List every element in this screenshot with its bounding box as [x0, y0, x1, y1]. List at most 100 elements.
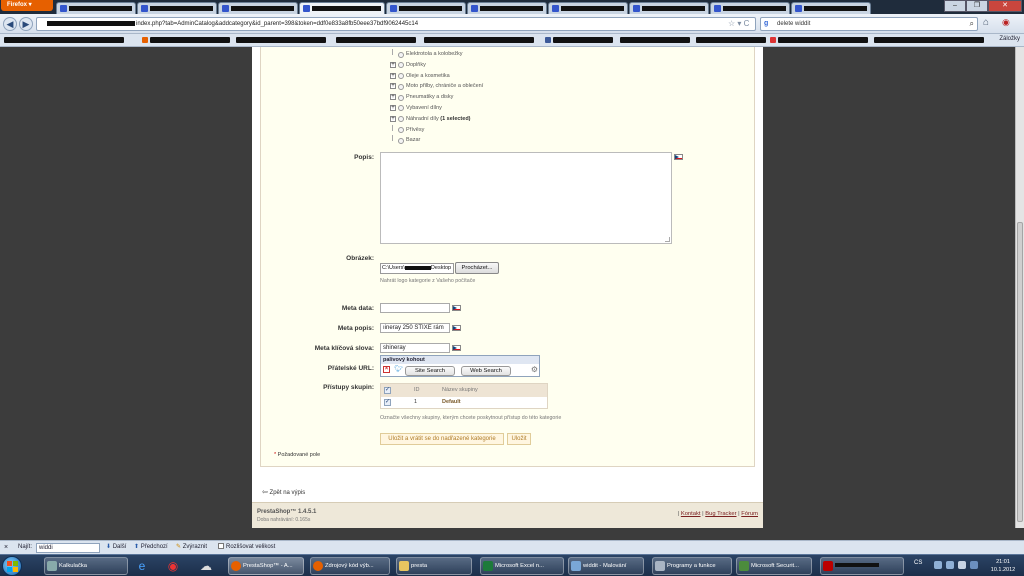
find-input[interactable]: widdi — [36, 543, 100, 553]
taskbar-item-security[interactable]: Microsoft Securit... — [736, 557, 812, 575]
start-button[interactable] — [2, 556, 22, 576]
browser-tab[interactable] — [548, 2, 628, 14]
match-case-checkbox[interactable]: Rozlišovat velikost — [218, 541, 275, 554]
volume-icon[interactable] — [958, 561, 966, 569]
tree-item[interactable]: + Oleje a kosmetika — [389, 71, 483, 82]
taskbar-item-calculator[interactable]: Kalkulačka — [44, 557, 128, 575]
skype-icon[interactable]: ☁ — [196, 557, 216, 575]
bookmark-item-redacted[interactable] — [620, 37, 690, 43]
page-scrollbar[interactable] — [1015, 47, 1024, 528]
bookmark-item-redacted[interactable] — [553, 37, 613, 43]
url-bar[interactable]: index.php?tab=AdminCatalog&addcategory&i… — [36, 17, 756, 31]
twitter-bird-icon[interactable]: 🐦︎ — [394, 365, 403, 373]
tree-item[interactable]: Bazar — [389, 135, 483, 146]
find-next-button[interactable]: ⬇ Další — [106, 541, 126, 554]
search-bar[interactable]: g delete widdit ⌕ — [760, 17, 978, 31]
select-all-checkbox[interactable]: ✓ — [384, 387, 391, 394]
tree-item[interactable]: + Pneumatiky a disky — [389, 92, 483, 103]
gear-icon[interactable]: ⚙ — [531, 365, 538, 374]
search-icon[interactable]: ⌕ — [970, 18, 974, 30]
browser-tab[interactable] — [137, 2, 217, 14]
bookmark-item-redacted[interactable] — [424, 37, 534, 43]
browse-button[interactable]: Procházet... — [455, 262, 499, 274]
radio-icon[interactable] — [398, 137, 404, 144]
radio-icon[interactable] — [398, 83, 404, 90]
table-row[interactable]: ✓ 1 Default — [381, 397, 547, 408]
taskbar-item-firefox[interactable]: Zdrojový kód výb... — [310, 557, 390, 575]
back-arrow-icon[interactable]: ◀ — [3, 17, 17, 31]
browser-tab[interactable] — [386, 2, 466, 14]
czech-flag-icon[interactable] — [452, 305, 461, 311]
highlight-all-button[interactable]: ✎ Zvýraznit — [176, 541, 207, 554]
czech-flag-icon[interactable] — [452, 325, 461, 331]
tree-item[interactable]: + Vybavení dílny — [389, 103, 483, 114]
expand-plus-icon[interactable]: + — [390, 104, 396, 111]
browser-tab[interactable] — [467, 2, 547, 14]
autocomplete-suggestion[interactable]: palivový kohout — [381, 356, 539, 364]
radio-icon[interactable] — [398, 73, 404, 80]
tree-item[interactable]: + Doplňky — [389, 60, 483, 71]
close-icon[interactable]: × — [383, 366, 390, 373]
forum-link[interactable]: Fórum — [741, 511, 758, 517]
home-icon[interactable]: ⌂ — [983, 17, 989, 28]
group-checkbox[interactable]: ✓ — [384, 399, 391, 406]
maximize-icon[interactable]: ❐ — [966, 0, 988, 12]
tree-item[interactable]: + Moto přilby, chrániče a oblečení — [389, 81, 483, 92]
browser-tab-active[interactable] — [299, 2, 385, 14]
checkbox-icon[interactable] — [218, 543, 224, 550]
browser-tab[interactable] — [791, 2, 871, 14]
internet-explorer-icon[interactable]: e — [132, 557, 152, 575]
radio-icon[interactable] — [398, 127, 404, 134]
bookmark-item-redacted[interactable] — [874, 37, 984, 43]
meta-keywords-input[interactable]: shineray — [380, 343, 450, 353]
contact-link[interactable]: Kontakt — [681, 511, 701, 517]
close-icon[interactable]: × — [4, 541, 8, 554]
radio-icon[interactable] — [398, 51, 404, 58]
forward-arrow-icon[interactable]: ▶ — [19, 17, 33, 31]
close-icon[interactable]: ✕ — [988, 0, 1022, 12]
minimize-icon[interactable]: – — [944, 0, 966, 12]
clock[interactable]: 21:01 10.1.2012 — [986, 558, 1020, 574]
site-search-button[interactable]: Site Search — [405, 366, 455, 376]
radio-icon[interactable] — [398, 105, 404, 112]
browser-tab[interactable] — [710, 2, 790, 14]
bookmark-item-redacted[interactable] — [696, 37, 766, 43]
bookmark-item-redacted[interactable] — [778, 37, 868, 43]
bookmark-star-icon[interactable]: ☆ ▾ C — [728, 17, 749, 31]
save-and-back-button[interactable]: Uložit a vrátit se do nadřazené kategori… — [380, 433, 504, 445]
expand-plus-icon[interactable]: + — [390, 94, 396, 101]
tree-item[interactable]: Elektrotola a kolobežky — [389, 49, 483, 60]
chrome-icon[interactable]: ◉ — [163, 557, 183, 575]
taskbar-item-folder[interactable]: presta — [396, 557, 472, 575]
firefox-menu-button[interactable]: Firefox ▾ — [1, 0, 53, 11]
czech-flag-icon[interactable] — [452, 345, 461, 351]
image-file-input[interactable]: C:\Users\ Desktop — [380, 263, 454, 274]
browser-tab[interactable] — [218, 2, 298, 14]
radio-icon[interactable] — [398, 94, 404, 101]
tree-item[interactable]: + Náhradní díly (1 selected) — [389, 114, 483, 125]
tree-item[interactable]: Přívěsy — [389, 124, 483, 136]
taskbar-item-excel[interactable]: Microsoft Excel n... — [480, 557, 564, 575]
expand-plus-icon[interactable]: + — [390, 72, 396, 79]
description-textarea[interactable] — [380, 152, 672, 244]
taskbar-item-paint[interactable]: widdit - Malování — [568, 557, 644, 575]
taskbar-item-filezilla[interactable] — [820, 557, 904, 575]
find-previous-button[interactable]: ⬆ Předchozí — [134, 541, 168, 554]
radio-icon[interactable] — [398, 116, 404, 123]
browser-tab[interactable] — [629, 2, 709, 14]
meta-title-input[interactable] — [380, 303, 450, 313]
bookmark-item-redacted[interactable] — [236, 37, 326, 43]
taskbar-item-programs[interactable]: Programy a funkce — [652, 557, 732, 575]
bookmark-item-redacted[interactable] — [150, 37, 230, 43]
taskbar-item-firefox-active[interactable]: PrestaShop™ - A... — [228, 557, 304, 575]
browser-tab[interactable] — [56, 2, 136, 14]
language-indicator[interactable]: CS — [914, 560, 922, 566]
expand-plus-icon[interactable]: + — [390, 115, 396, 122]
bookmarks-menu[interactable]: Záložky — [999, 36, 1020, 42]
radio-icon[interactable] — [398, 62, 404, 69]
scrollbar-thumb[interactable] — [1017, 222, 1023, 522]
bug-tracker-link[interactable]: Bug Tracker — [705, 511, 736, 517]
resize-grip-icon[interactable] — [665, 237, 670, 242]
web-search-button[interactable]: Web Search — [461, 366, 511, 376]
czech-flag-icon[interactable] — [674, 154, 683, 160]
